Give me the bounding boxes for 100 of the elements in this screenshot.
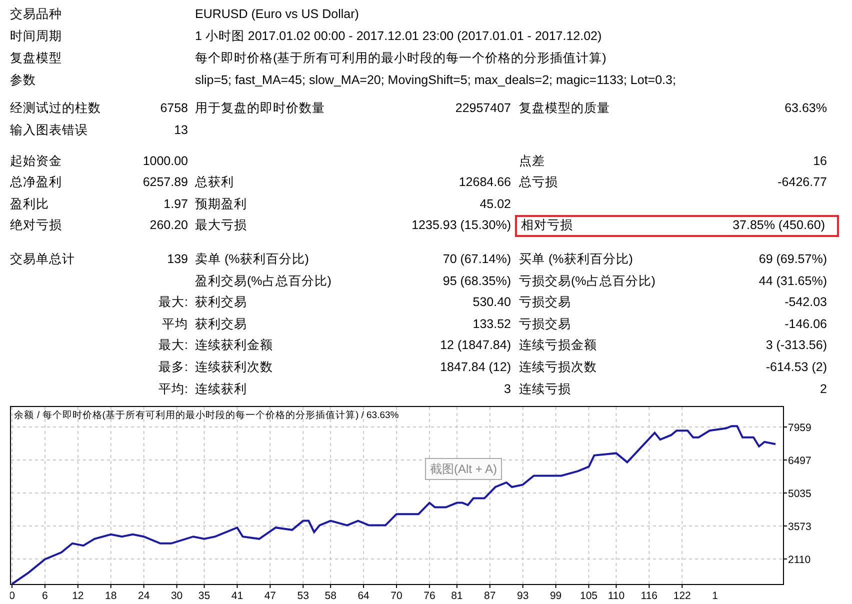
- stat-value: 44 (31.65%): [758, 272, 827, 290]
- stat-value: -542.03: [784, 294, 827, 312]
- x-tick-label: 93: [517, 590, 529, 602]
- stat-value: 139: [167, 250, 188, 268]
- stat-value: 70 (67.14%): [442, 250, 511, 268]
- x-tick-label: 24: [138, 590, 150, 602]
- y-tick-label: 7959: [788, 422, 812, 434]
- stat-value: 13: [174, 122, 188, 140]
- stat-label: 盈利交易(%占总百分比): [195, 272, 332, 290]
- stat-label: 起始资金: [10, 152, 62, 170]
- stat-value: 最大:: [158, 337, 188, 354]
- x-tick-label: 1: [712, 590, 718, 602]
- stat-label: 经测试过的柱数: [10, 100, 101, 118]
- stat-value: 45.02: [480, 196, 511, 213]
- stat-label: 点差: [519, 152, 545, 170]
- stat-label: 绝对亏损: [10, 217, 62, 234]
- stat-label: 盈利比: [10, 196, 49, 213]
- stat-label: 连续亏损金额: [519, 337, 597, 354]
- x-tick-label: 47: [264, 590, 276, 602]
- stat-value: 16: [813, 152, 827, 170]
- stat-value: 133.52: [472, 316, 511, 333]
- stat-label: 输入图表错误: [10, 122, 88, 140]
- x-tick-label: 18: [105, 590, 117, 602]
- stat-value: 6257.89: [142, 174, 188, 192]
- x-tick-label: 58: [324, 590, 336, 602]
- stat-label: 连续亏损次数: [519, 358, 597, 376]
- stat-value: 12 (1847.84): [440, 337, 511, 354]
- x-tick-label: 87: [484, 590, 496, 602]
- stat-label: 总获利: [195, 174, 234, 192]
- stat-value: 平均:: [158, 380, 188, 398]
- stat-value: 22957407: [455, 100, 511, 118]
- x-tick-label: 110: [608, 590, 625, 602]
- stat-value: 530.40: [472, 294, 511, 312]
- stat-label: 总亏损: [519, 174, 558, 192]
- stat-label: 获利交易: [195, 316, 247, 333]
- stat-label: 预期盈利: [195, 196, 247, 213]
- setting-value: 每个即时价格(基于所有可利用的最小时段的每一个价格的分形插值计算): [195, 50, 606, 67]
- stat-label: 交易单总计: [10, 250, 75, 268]
- x-tick-label: 76: [424, 590, 436, 602]
- stat-label: 卖单 (%获利百分比): [195, 250, 309, 268]
- stat-label: 买单 (%获利百分比): [519, 250, 633, 268]
- x-tick-label: 81: [451, 590, 463, 602]
- x-tick-label: 41: [231, 590, 244, 602]
- setting-value: EURUSD (Euro vs US Dollar): [195, 6, 359, 23]
- stat-value: 95 (68.35%): [442, 272, 511, 290]
- y-tick-label: 6497: [788, 454, 812, 467]
- stat-value: 37.85% (450.60): [732, 217, 825, 234]
- x-tick-label: 53: [297, 590, 309, 602]
- setting-value: slip=5; fast_MA=45; slow_MA=20; MovingShift=5; max_deals=2; magic=1133; Lot=0.3;: [195, 72, 676, 89]
- stat-label: 连续获利: [195, 380, 247, 398]
- stat-value: 63.63%: [784, 100, 827, 118]
- stat-value: 最多:: [158, 358, 188, 376]
- stat-value: 69 (69.57%): [758, 250, 827, 268]
- x-tick-label: 122: [673, 590, 691, 602]
- stat-value: 260.20: [150, 217, 188, 234]
- setting-value: 1 小时图 2017.01.02 00:00 - 2017.12.01 23:00 (2017.01.01 - 2017.12.02): [195, 28, 602, 45]
- stat-value: 3 (-313.56): [766, 337, 827, 354]
- stat-label: 获利交易: [195, 294, 247, 312]
- stat-label: 亏损交易: [519, 316, 571, 333]
- x-tick-label: 6: [42, 590, 48, 602]
- setting-label: 复盘模型: [10, 50, 63, 67]
- setting-label: 参数: [10, 72, 37, 89]
- x-tick-label: 116: [640, 590, 658, 602]
- x-tick-label: 35: [198, 590, 210, 602]
- stat-value: 1000.00: [142, 152, 188, 170]
- x-tick-label: 99: [550, 590, 562, 602]
- stat-value: 12684.66: [458, 174, 511, 192]
- stat-value: -146.06: [784, 316, 827, 333]
- stat-value: 平均: [162, 316, 188, 333]
- stat-value: -614.53 (2): [766, 358, 827, 376]
- stat-label: 亏损交易(%占总百分比): [519, 272, 656, 290]
- y-tick-label: 5035: [788, 488, 812, 500]
- stat-value: 最大:: [158, 294, 188, 312]
- x-tick-label: 30: [170, 590, 183, 602]
- chart-title: 余额 / 每个即时价格(基于所有可利用的最小时段的每一个价格的分形插值计算) / 63.63%: [14, 410, 399, 421]
- stat-value: 1235.93 (15.30%): [412, 217, 511, 234]
- stat-label: 用于复盘的即时价数量: [195, 100, 325, 118]
- stat-label: 相对亏损: [521, 217, 573, 234]
- stat-value: 1847.84 (12): [440, 358, 511, 376]
- x-tick-label: 70: [390, 590, 402, 602]
- x-tick-label: 64: [358, 590, 370, 602]
- stat-label: 复盘模型的质量: [519, 100, 610, 118]
- stat-value: 6758: [160, 100, 188, 118]
- stat-label: 总净盈利: [10, 174, 62, 192]
- x-tick-label: 105: [580, 590, 598, 602]
- stat-label: 亏损交易: [519, 294, 571, 312]
- stat-label: 连续获利次数: [195, 358, 273, 376]
- y-tick-label: 3573: [788, 520, 812, 533]
- stat-value: 1.97: [164, 196, 188, 213]
- stat-label: 连续获利金额: [195, 337, 273, 354]
- setting-label: 时间周期: [10, 28, 63, 45]
- y-tick-label: 2110: [788, 554, 811, 566]
- screenshot-tooltip: 截图(Alt + A): [425, 458, 502, 480]
- stat-label: 连续亏损: [519, 380, 571, 398]
- stat-value: -6426.77: [778, 174, 827, 192]
- stat-value: 3: [504, 380, 511, 398]
- stat-label: 最大亏损: [195, 217, 247, 234]
- setting-label: 交易品种: [10, 6, 63, 23]
- stat-value: 2: [820, 380, 827, 398]
- x-tick-label: 12: [72, 590, 84, 602]
